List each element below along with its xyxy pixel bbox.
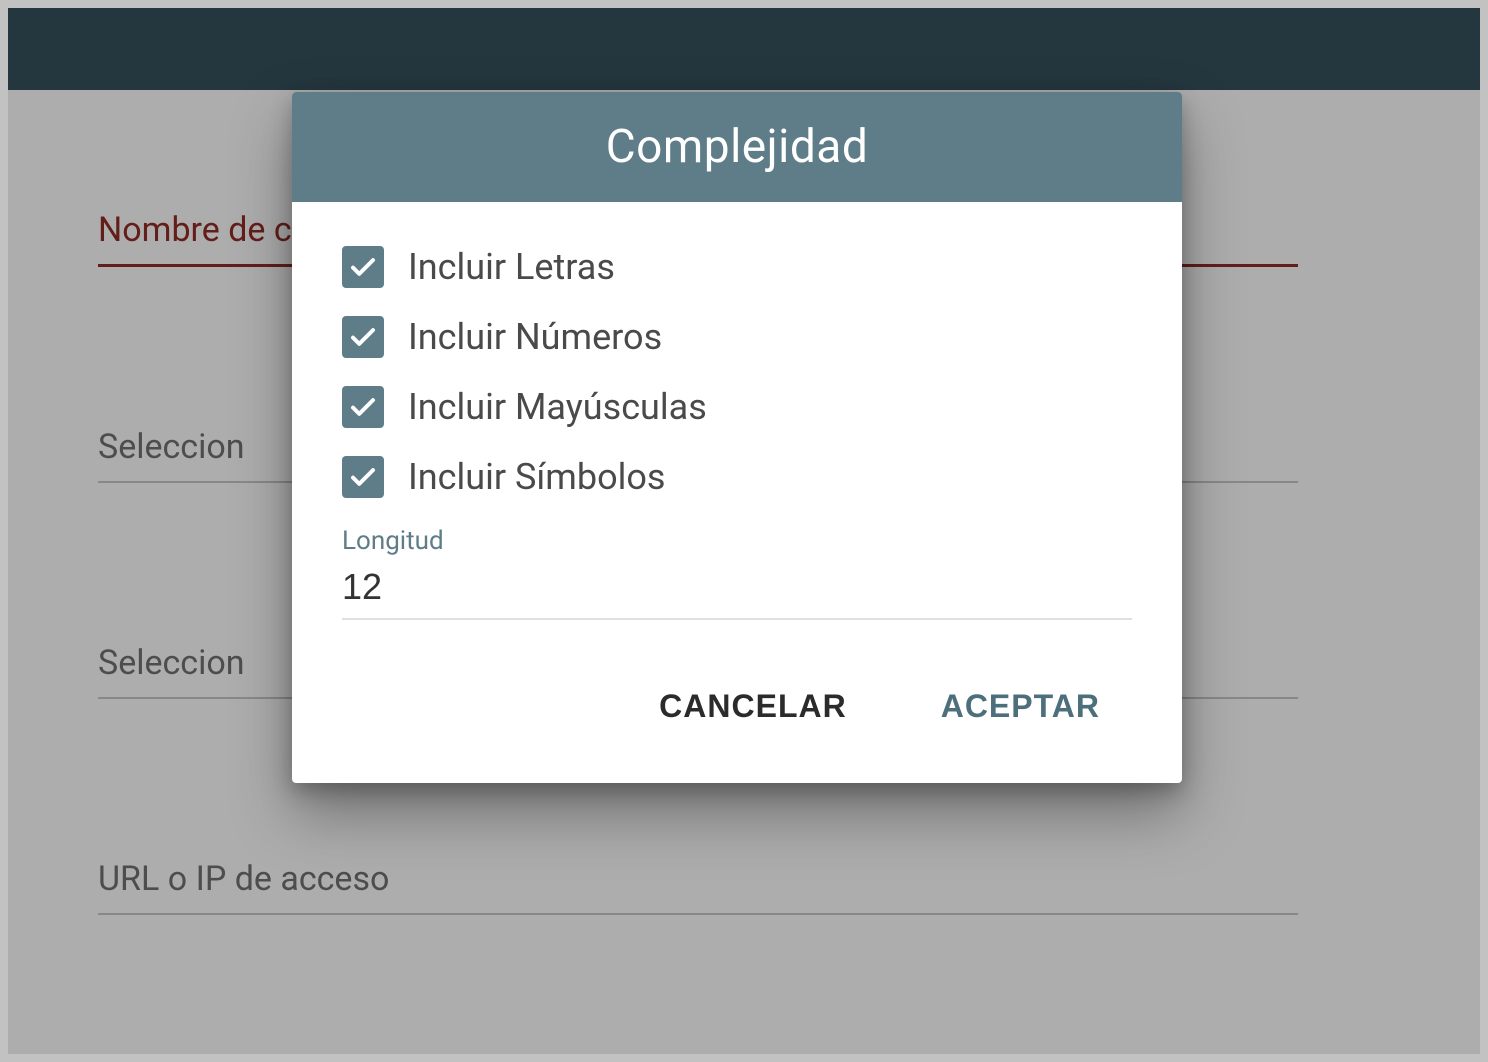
checkbox-icon <box>342 456 384 498</box>
option-include-uppercase[interactable]: Incluir Mayúsculas <box>342 386 1132 428</box>
length-label: Longitud <box>342 526 1132 556</box>
complexity-dialog: Complejidad Incluir Letras Incluir Númer… <box>292 92 1182 783</box>
option-include-letters[interactable]: Incluir Letras <box>342 246 1132 288</box>
dialog-actions: CANCELAR ACEPTAR <box>292 630 1182 783</box>
option-label: Incluir Números <box>408 316 662 358</box>
dialog-title: Complejidad <box>292 92 1182 202</box>
option-label: Incluir Símbolos <box>408 456 665 498</box>
checkbox-icon <box>342 386 384 428</box>
cancel-button[interactable]: CANCELAR <box>647 680 859 733</box>
option-include-numbers[interactable]: Incluir Números <box>342 316 1132 358</box>
dialog-body: Incluir Letras Incluir Números Incluir M… <box>292 202 1182 630</box>
checkbox-icon <box>342 316 384 358</box>
option-include-symbols[interactable]: Incluir Símbolos <box>342 456 1132 498</box>
length-field: Longitud <box>342 526 1132 620</box>
accept-button[interactable]: ACEPTAR <box>929 680 1112 733</box>
option-label: Incluir Letras <box>408 246 615 288</box>
checkbox-icon <box>342 246 384 288</box>
option-label: Incluir Mayúsculas <box>408 386 707 428</box>
length-input[interactable] <box>342 562 1132 620</box>
